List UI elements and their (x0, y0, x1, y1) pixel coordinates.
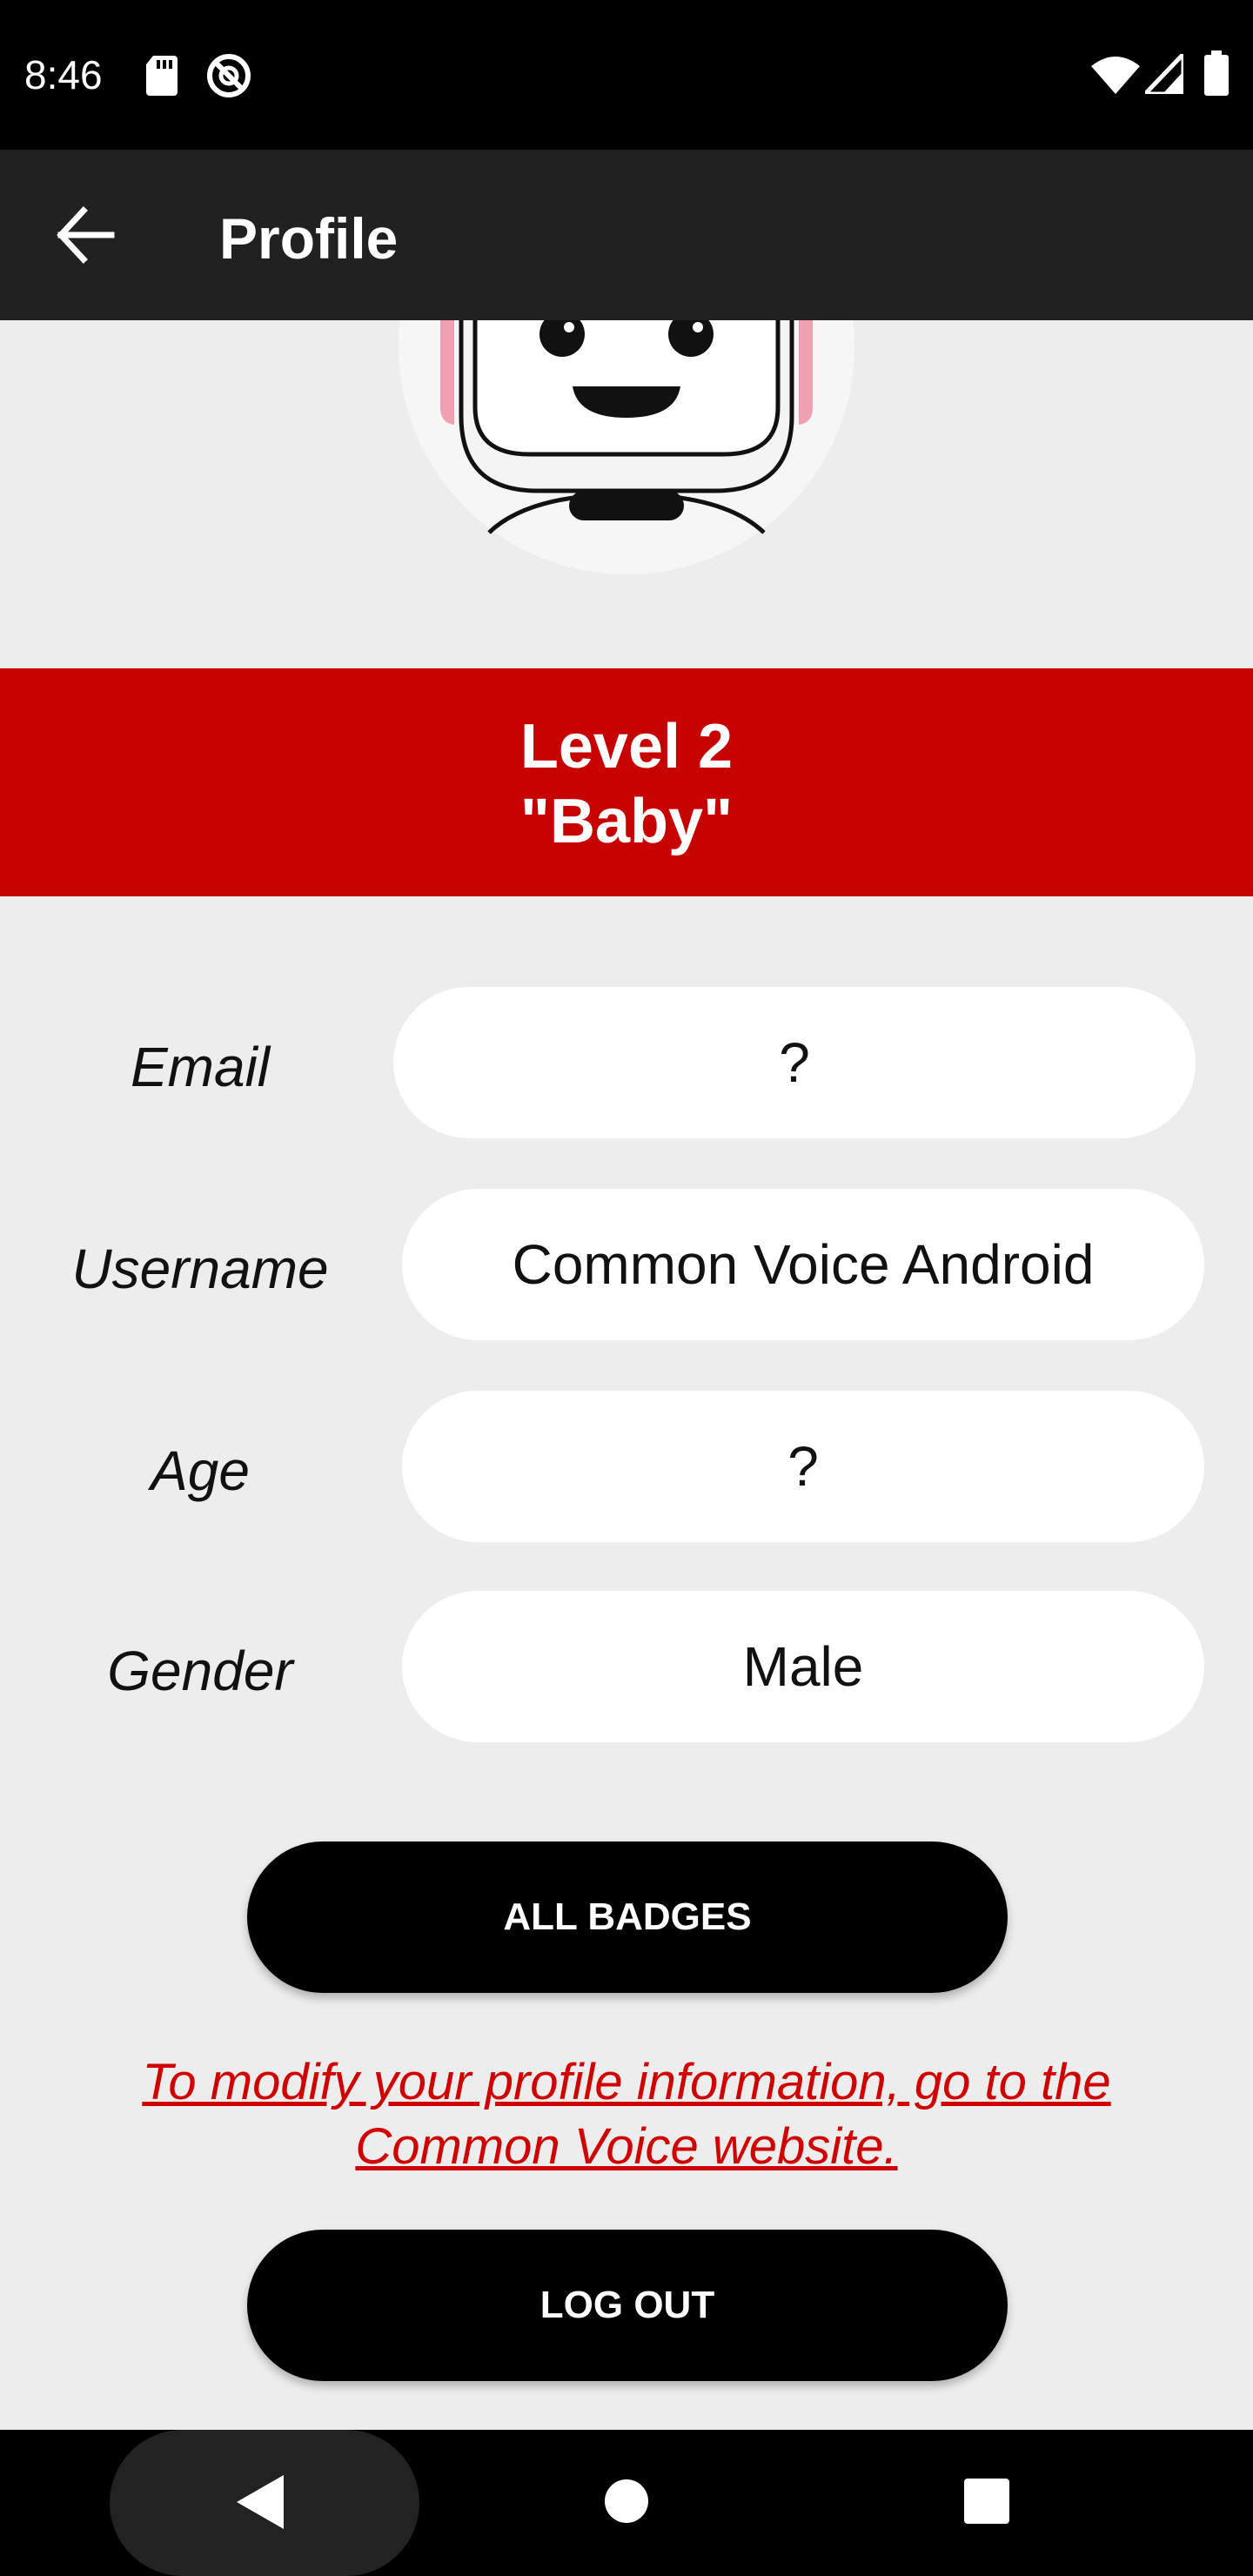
navigation-bar (0, 2430, 1253, 2576)
nav-recents-icon[interactable] (964, 2479, 1009, 2524)
logout-button[interactable]: LOG OUT (247, 2230, 1008, 2381)
nav-home-icon[interactable] (604, 2479, 649, 2524)
username-label: Username (71, 1238, 329, 1300)
app-bar: Profile (0, 150, 1253, 320)
username-field: Common Voice Android (402, 1189, 1204, 1340)
robot-avatar-icon (440, 320, 813, 534)
arrow-back-icon[interactable] (52, 202, 118, 268)
cell-signal-icon (1145, 54, 1183, 94)
avatar (399, 320, 854, 574)
level-title: Level 2 (519, 712, 734, 782)
status-bar: 8:46 (0, 0, 1253, 150)
sync-disabled-icon (207, 54, 251, 97)
sd-card-icon (146, 56, 178, 96)
page-title: Profile (219, 206, 399, 271)
gender-field: Male (402, 1591, 1204, 1742)
modify-profile-link[interactable]: To modify your profile information, go t… (70, 2050, 1183, 2179)
wifi-icon (1091, 57, 1140, 94)
all-badges-button[interactable]: ALL BADGES (247, 1841, 1008, 1993)
level-banner: Level 2 "Baby" (0, 668, 1253, 896)
age-label: Age (151, 1439, 250, 1502)
gender-label: Gender (107, 1640, 293, 1702)
status-time: 8:46 (24, 52, 103, 97)
nav-back-icon[interactable] (235, 2473, 285, 2531)
email-field: ? (393, 987, 1196, 1138)
battery-icon (1204, 50, 1229, 96)
email-label: Email (130, 1036, 271, 1098)
age-field: ? (402, 1391, 1204, 1542)
level-name: "Baby" (519, 787, 734, 856)
